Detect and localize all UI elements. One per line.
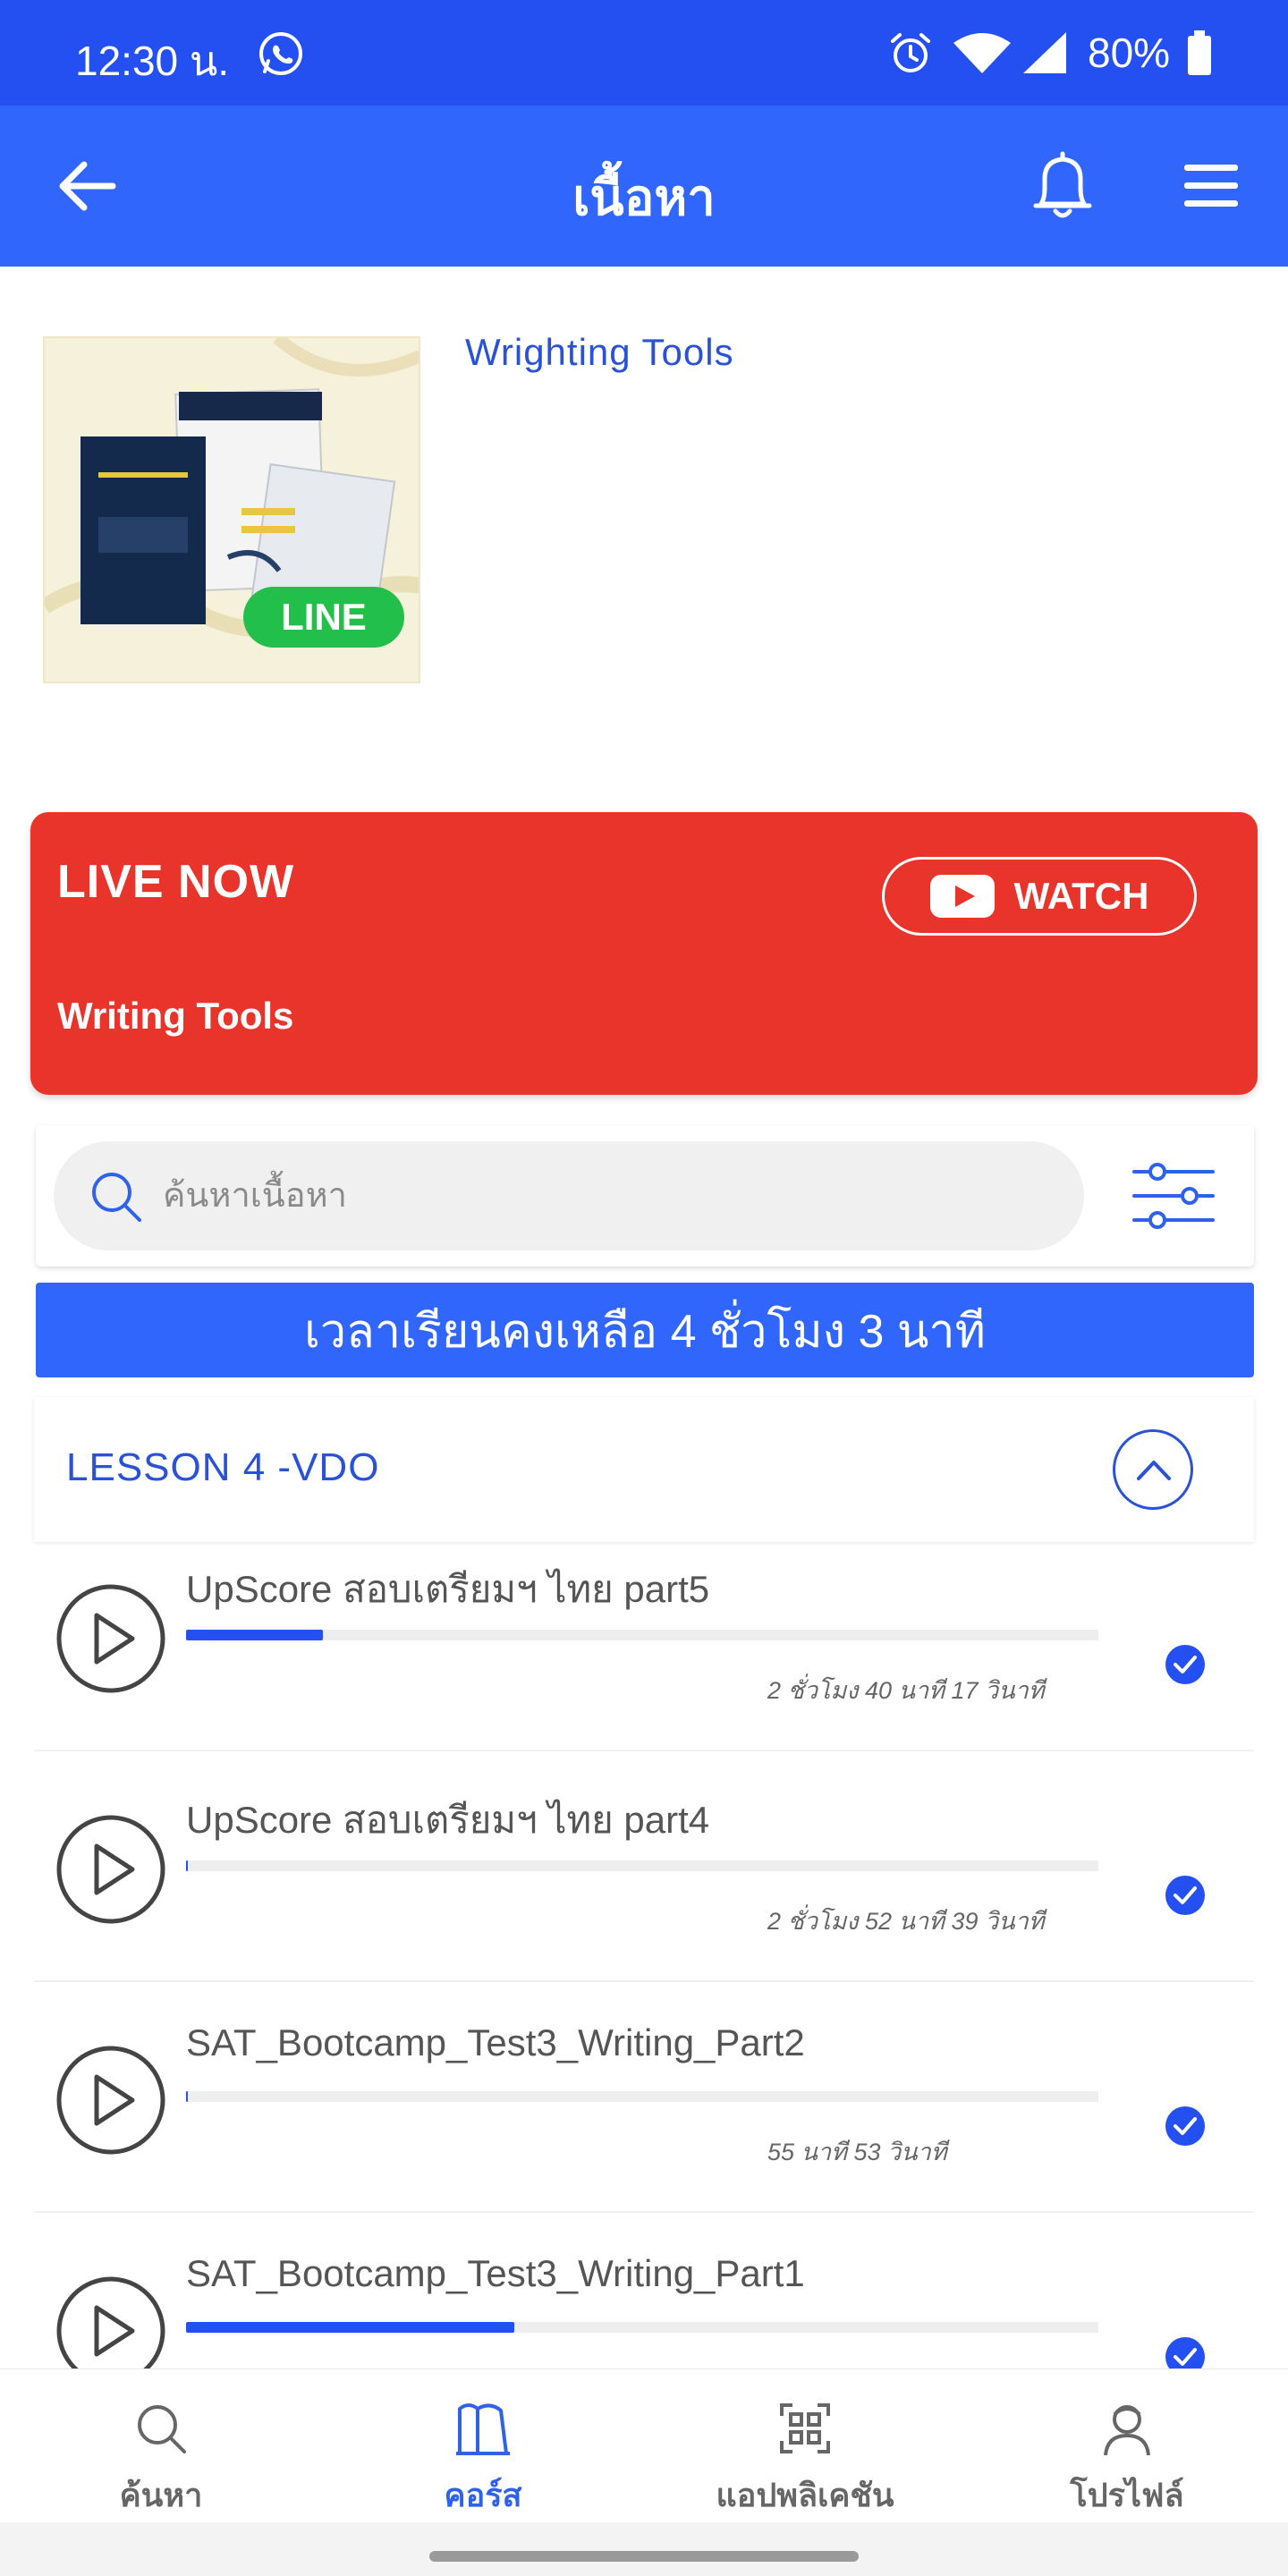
line-badge-label: LINE	[281, 596, 367, 638]
watch-label: WATCH	[1013, 875, 1149, 917]
check-circle-icon	[1165, 1876, 1205, 1915]
wifi-icon	[953, 33, 1011, 73]
apps-icon	[780, 2403, 830, 2453]
status-bar: 12:30 น. 80%	[0, 0, 1288, 106]
lesson-item[interactable]: SAT_Bootcamp_Test3_Writing_Part1	[34, 2238, 1254, 2368]
home-gesture-bar[interactable]	[429, 2551, 859, 2562]
progress-fill	[186, 2091, 189, 2102]
lesson-item[interactable]: UpScore สอบเตรียมฯ ไทย part4 2 ชั่วโมง 5…	[34, 1776, 1254, 1982]
profile-icon	[1104, 2405, 1150, 2456]
search-input[interactable]	[163, 1168, 1039, 1224]
bell-icon[interactable]	[1027, 148, 1098, 224]
progress-fill	[186, 1630, 323, 1640]
check-circle-icon	[1165, 2337, 1205, 2368]
live-now-card[interactable]: LIVE NOW Writing Tools WATCH	[30, 812, 1258, 1095]
filter-sliders-icon[interactable]	[1132, 1157, 1215, 1234]
lesson-item-duration: 2 ชั่วโมง 40 นาที 17 วินาที	[767, 1677, 1045, 1704]
progress-bar	[186, 1860, 1098, 1871]
lesson-item[interactable]: UpScore สอบเตรียมฯ ไทย part5 2 ชั่วโมง 4…	[34, 1546, 1254, 1751]
play-icon[interactable]	[55, 1583, 166, 1694]
gesture-area	[0, 2522, 1288, 2576]
nav-item-search[interactable]: ค้นหา	[27, 2400, 295, 2521]
play-icon[interactable]	[55, 1814, 166, 1925]
live-session-title: Writing Tools	[57, 995, 294, 1037]
lesson-item-title: UpScore สอบเตรียมฯ ไทย part5	[186, 1568, 710, 1610]
course-thumbnail[interactable]: LINE	[43, 336, 420, 683]
progress-fill	[186, 2322, 515, 2333]
search-box[interactable]	[54, 1141, 1084, 1250]
nav-item-apps[interactable]: แอปพลิเคชัน	[671, 2400, 939, 2521]
nav-label: ค้นหา	[119, 2477, 203, 2513]
lesson-item-duration: 55 นาที 53 วินาที	[767, 2139, 947, 2165]
app-bar: เนื้อหา	[0, 106, 1288, 267]
status-time: 12:30 น.	[75, 38, 230, 84]
lesson-section-header[interactable]: LESSON 4 -VDO	[34, 1397, 1254, 1542]
lesson-item-duration: 2 ชั่วโมง 52 นาที 39 วินาที	[767, 1908, 1045, 1935]
nav-item-course[interactable]: คอร์ส	[349, 2400, 617, 2521]
book-icon	[456, 2403, 510, 2455]
progress-fill	[186, 1860, 189, 1871]
bottom-nav: ค้นหา คอร์ส แอปพลิเคชัน โปรไฟล์	[0, 2368, 1288, 2522]
progress-bar	[186, 2091, 1098, 2102]
time-remaining-banner: เวลาเรียนคงเหลือ 4 ชั่วโมง 3 นาที	[36, 1283, 1254, 1377]
search-icon	[138, 2405, 186, 2453]
lesson-list: UpScore สอบเตรียมฯ ไทย part5 2 ชั่วโมง 4…	[34, 1546, 1254, 2368]
alarm-icon	[891, 33, 930, 72]
play-icon[interactable]	[55, 2275, 166, 2368]
nav-label: คอร์ส	[444, 2477, 522, 2513]
watch-button[interactable]: WATCH	[882, 857, 1197, 936]
check-circle-icon	[1165, 2106, 1205, 2146]
course-title[interactable]: Wrighting Tools	[465, 331, 734, 374]
lesson-item-title: SAT_Bootcamp_Test3_Writing_Part1	[186, 2252, 805, 2294]
nav-item-profile[interactable]: โปรไฟล์	[993, 2400, 1261, 2521]
youtube-icon	[929, 875, 995, 918]
lesson-title: LESSON 4 -VDO	[66, 1445, 380, 1489]
nav-label: แอปพลิเคชัน	[716, 2477, 894, 2513]
whatsapp-icon	[259, 32, 302, 75]
battery-percent: 80%	[1088, 30, 1171, 76]
live-now-label: LIVE NOW	[57, 856, 295, 908]
play-icon[interactable]	[55, 2045, 166, 2156]
lesson-item-title: UpScore สอบเตรียมฯ ไทย part4	[186, 1799, 710, 1841]
nav-label: โปรไฟล์	[1070, 2477, 1184, 2513]
lesson-item[interactable]: SAT_Bootcamp_Test3_Writing_Part2 55 นาที…	[34, 2007, 1254, 2213]
progress-bar	[186, 1630, 1098, 1640]
signal-icon	[1023, 32, 1066, 73]
chevron-up-icon	[1137, 1461, 1171, 1480]
search-icon	[92, 1173, 141, 1222]
menu-icon[interactable]	[1182, 161, 1240, 211]
collapse-button[interactable]	[1113, 1429, 1193, 1510]
check-circle-icon	[1165, 1645, 1205, 1684]
lesson-item-title: SAT_Bootcamp_Test3_Writing_Part2	[186, 2021, 805, 2063]
battery-icon	[1188, 30, 1211, 75]
search-card	[36, 1125, 1254, 1267]
progress-bar	[186, 2322, 1098, 2333]
